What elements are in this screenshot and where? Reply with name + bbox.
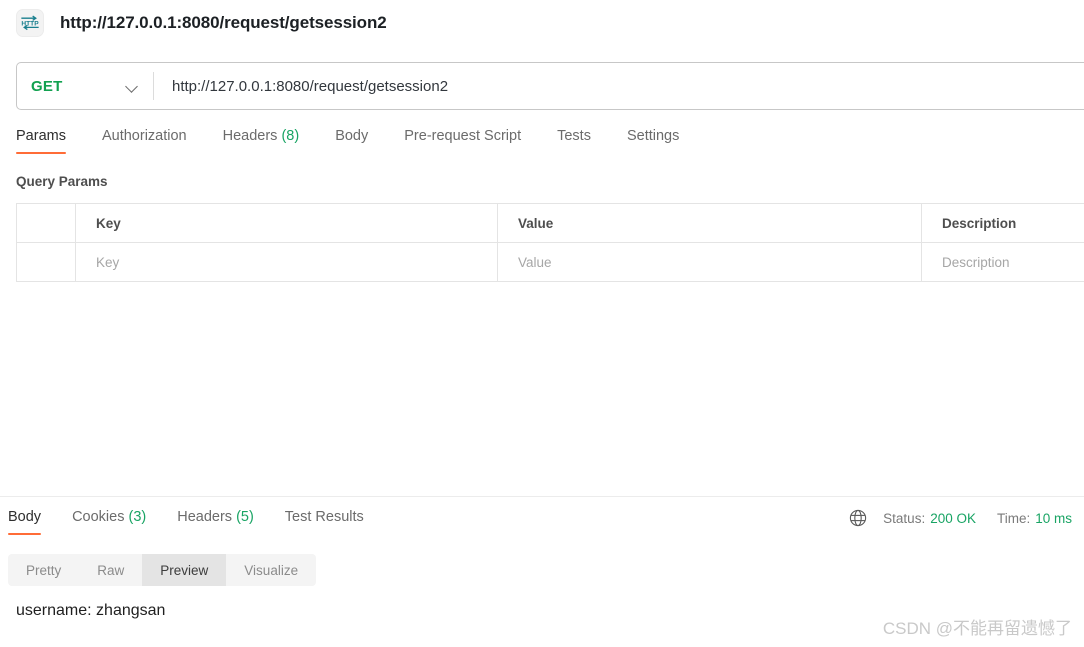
request-url-input[interactable] xyxy=(154,63,1084,109)
response-format-toggle-group: Pretty Raw Preview Visualize xyxy=(8,554,317,586)
tab-params[interactable]: Params xyxy=(16,128,66,154)
response-body-preview: username: zhangsan xyxy=(16,602,166,619)
http-protocol-icon: HTTP xyxy=(16,9,44,37)
response-status-strip: Status: 200 OK Time: 10 ms xyxy=(849,509,1072,527)
tab-tests[interactable]: Tests xyxy=(557,128,591,154)
response-tab-test-results-label: Test Results xyxy=(284,509,364,525)
header-cell-checkbox xyxy=(17,204,76,242)
header-cell-key: Key xyxy=(76,204,498,242)
response-tab-headers-label: Headers xyxy=(177,509,233,525)
table-header-row: Key Value Description xyxy=(17,204,1084,243)
format-preview-button[interactable]: Preview xyxy=(142,554,227,586)
svg-text:HTTP: HTTP xyxy=(21,21,39,28)
response-divider xyxy=(0,496,1084,497)
request-tab-bar: Params Authorization Headers (8) Body Pr… xyxy=(16,128,679,154)
table-row: Key Value Description xyxy=(17,243,1084,282)
chevron-down-icon xyxy=(126,82,139,90)
response-tab-test-results[interactable]: Test Results xyxy=(285,509,364,535)
response-tab-cookies-label: Cookies xyxy=(72,509,125,525)
response-tab-cookies-count: (3) xyxy=(128,509,147,525)
request-url-bar: GET xyxy=(16,62,1084,110)
tab-headers[interactable]: Headers (8) xyxy=(223,128,300,154)
http-method-label: GET xyxy=(31,77,63,95)
response-tab-body[interactable]: Body xyxy=(8,509,42,535)
tab-settings[interactable]: Settings xyxy=(627,128,679,154)
tab-headers-count: (8) xyxy=(281,128,300,144)
response-tab-body-label: Body xyxy=(8,509,42,525)
tab-authorization-label: Authorization xyxy=(101,128,187,144)
query-params-title: Query Params xyxy=(16,174,108,189)
row-checkbox-cell[interactable] xyxy=(17,243,76,281)
window-title-bar: HTTP http://127.0.0.1:8080/request/getse… xyxy=(0,0,1084,46)
param-value-input[interactable]: Value xyxy=(498,243,922,281)
header-cell-description: Description xyxy=(942,215,1017,231)
status-label: Status: xyxy=(883,510,926,526)
tab-params-label: Params xyxy=(16,128,66,144)
status-badge: 200 OK xyxy=(930,510,976,526)
query-params-table: Key Value Description Key Value Descript… xyxy=(16,203,1084,282)
tab-pre-request-script[interactable]: Pre-request Script xyxy=(404,128,521,154)
format-visualize-button[interactable]: Visualize xyxy=(226,554,316,586)
response-tab-headers-count: (5) xyxy=(236,509,254,525)
tab-authorization[interactable]: Authorization xyxy=(102,128,187,154)
postman-request-window: HTTP http://127.0.0.1:8080/request/getse… xyxy=(0,0,1084,647)
response-tab-cookies[interactable]: Cookies (3) xyxy=(72,509,146,535)
format-raw-button[interactable]: Raw xyxy=(79,554,142,586)
param-key-input[interactable]: Key xyxy=(76,243,498,281)
tab-body[interactable]: Body xyxy=(335,128,368,154)
csdn-watermark: CSDN @不能再留遗憾了 xyxy=(882,619,1072,638)
tab-settings-label: Settings xyxy=(626,128,680,144)
format-pretty-button[interactable]: Pretty xyxy=(8,554,79,586)
tab-tests-label: Tests xyxy=(557,128,591,144)
response-tab-bar: Body Cookies (3) Headers (5) Test Result… xyxy=(8,509,395,535)
globe-icon xyxy=(850,509,867,527)
http-method-select[interactable]: GET xyxy=(17,63,153,109)
tab-body-label: Body xyxy=(335,128,369,144)
time-value: 10 ms xyxy=(1035,510,1072,526)
param-description-input[interactable]: Description xyxy=(922,243,1084,281)
time-label: Time: xyxy=(996,510,1031,526)
tab-headers-label: Headers xyxy=(222,128,278,144)
tab-pre-request-script-label: Pre-request Script xyxy=(404,128,522,144)
header-cell-value: Value xyxy=(498,204,922,242)
response-tab-headers[interactable]: Headers (5) xyxy=(177,509,254,535)
page-title: http://127.0.0.1:8080/request/getsession… xyxy=(60,13,387,32)
